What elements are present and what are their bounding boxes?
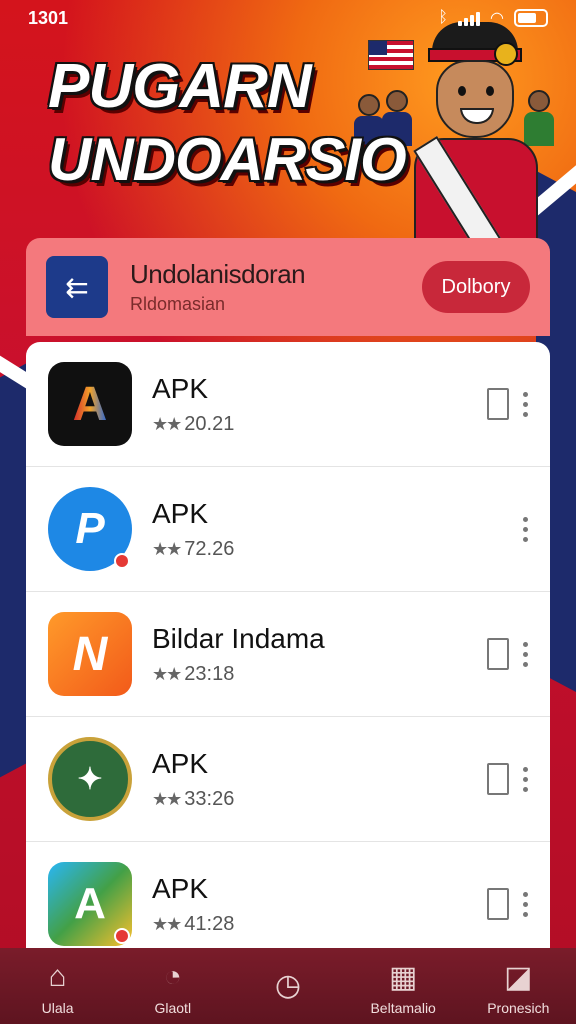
item-actions bbox=[487, 763, 528, 795]
more-options-icon[interactable] bbox=[523, 391, 528, 417]
list-item[interactable]: P APK ★★ 72.26 bbox=[26, 467, 550, 592]
headline-line-2: UNDOARSIO bbox=[48, 126, 407, 193]
app-name: APK bbox=[152, 497, 209, 529]
seal-logo-icon[interactable]: ✦ bbox=[48, 737, 132, 821]
document-icon[interactable] bbox=[487, 763, 509, 795]
header-subtitle: Rldomasian bbox=[130, 294, 226, 314]
wifi-icon: ◠ bbox=[490, 10, 504, 27]
nav-label: Glaotl bbox=[154, 1000, 192, 1016]
list-item[interactable]: N Bildar Indama ★★ 23:18 bbox=[26, 592, 550, 717]
header-title: Undolanisdoran bbox=[130, 259, 306, 289]
nav-item[interactable]: ◪ Pronesich bbox=[463, 960, 573, 1017]
badge-icon bbox=[114, 553, 130, 569]
star-icon: ★★ bbox=[152, 538, 182, 559]
status-icons: ᛒ ◠ bbox=[438, 8, 548, 28]
bluetooth-icon: ᛒ bbox=[438, 9, 449, 26]
badge-icon bbox=[114, 928, 130, 944]
item-text: APK ★★ 41:28 bbox=[152, 873, 487, 936]
search-icon: ◔ bbox=[163, 960, 182, 993]
p-logo-icon[interactable]: P bbox=[48, 487, 132, 571]
star-icon: ★★ bbox=[152, 413, 182, 434]
item-text: APK ★★ 72.26 bbox=[152, 498, 523, 561]
rating-value: 72.26 bbox=[184, 537, 235, 560]
bottom-navigation: ⌂ Ulala ◔ Glaotl ◷ ▦ Beltamalio ◪ Pronesich bbox=[0, 948, 576, 1024]
item-text: APK ★★ 33:26 bbox=[152, 748, 487, 811]
mascot-character bbox=[413, 14, 538, 256]
rating-value: 23:18 bbox=[184, 662, 235, 685]
nav-label: Pronesich bbox=[487, 1000, 550, 1016]
profile-icon: ◪ bbox=[504, 960, 533, 994]
more-options-icon[interactable] bbox=[523, 766, 528, 792]
app-rating: ★★ 23:18 bbox=[152, 663, 487, 686]
document-icon[interactable] bbox=[487, 638, 509, 670]
grid-icon: ▦ bbox=[388, 960, 418, 994]
star-icon: ★★ bbox=[152, 663, 182, 684]
app-name: APK bbox=[152, 872, 209, 904]
rating-value: 20.21 bbox=[184, 412, 235, 435]
item-actions bbox=[487, 638, 528, 670]
star-icon: ★★ bbox=[152, 788, 182, 809]
item-text: APK ★★ 20.21 bbox=[152, 373, 487, 436]
status-time: 1301 bbox=[28, 7, 69, 28]
app-name: APK bbox=[152, 372, 209, 404]
item-actions bbox=[487, 388, 528, 420]
mascot-illustration bbox=[354, 10, 558, 256]
more-options-icon[interactable] bbox=[523, 891, 528, 917]
header-text: Undolanisdoran Rldomasian bbox=[130, 259, 422, 315]
app-rating: ★★ 33:26 bbox=[152, 788, 487, 811]
headline-line-1: PUGARN bbox=[48, 52, 312, 121]
document-icon[interactable] bbox=[487, 888, 509, 920]
app-rating: ★★ 41:28 bbox=[152, 913, 487, 936]
clock-icon: ◷ bbox=[274, 968, 302, 1002]
menu-logo-icon[interactable]: ⇇ bbox=[46, 256, 108, 318]
nav-item[interactable]: ◔ Glaotl bbox=[118, 960, 228, 1016]
rating-value: 33:26 bbox=[184, 787, 235, 810]
nav-label: Beltamalio bbox=[370, 1000, 436, 1016]
nav-item[interactable]: ▦ Beltamalio bbox=[348, 960, 458, 1017]
more-options-icon[interactable] bbox=[523, 516, 528, 542]
app-rating: ★★ 20.21 bbox=[152, 413, 487, 436]
nav-item[interactable]: ◷ bbox=[233, 968, 343, 1008]
app-name: APK bbox=[152, 747, 209, 779]
header-action-button[interactable]: Dolbory bbox=[422, 261, 530, 313]
document-icon[interactable] bbox=[487, 388, 509, 420]
battery-icon bbox=[514, 9, 548, 27]
nav-item[interactable]: ⌂ Ulala bbox=[3, 960, 113, 1016]
promo-headline: PUGARN UNDOARSIO bbox=[48, 52, 407, 198]
item-actions bbox=[523, 516, 528, 542]
n-logo-icon[interactable]: N bbox=[48, 612, 132, 696]
item-actions bbox=[487, 888, 528, 920]
status-bar: 1301 ᛒ ◠ bbox=[0, 0, 576, 36]
arrow-logo-icon[interactable]: A bbox=[48, 862, 132, 946]
app-header-card: ⇇ Undolanisdoran Rldomasian Dolbory bbox=[26, 238, 550, 336]
signal-icon bbox=[458, 10, 481, 26]
rating-value: 41:28 bbox=[184, 912, 235, 935]
more-options-icon[interactable] bbox=[523, 641, 528, 667]
star-icon: ★★ bbox=[152, 913, 182, 934]
nav-label: Ulala bbox=[41, 1000, 74, 1016]
app-name: Bildar Indama bbox=[152, 622, 325, 654]
item-text: Bildar Indama ★★ 23:18 bbox=[152, 623, 487, 686]
app-list: A APK ★★ 20.21 P APK ★★ 72.26 N Bildar Indama ★★ 23… bbox=[26, 342, 550, 948]
home-icon: ⌂ bbox=[48, 960, 67, 993]
list-item[interactable]: ✦ APK ★★ 33:26 bbox=[26, 717, 550, 842]
list-item[interactable]: A APK ★★ 41:28 bbox=[26, 842, 550, 948]
a-logo-icon[interactable]: A bbox=[48, 362, 132, 446]
list-item[interactable]: A APK ★★ 20.21 bbox=[26, 342, 550, 467]
app-rating: ★★ 72.26 bbox=[152, 538, 523, 561]
